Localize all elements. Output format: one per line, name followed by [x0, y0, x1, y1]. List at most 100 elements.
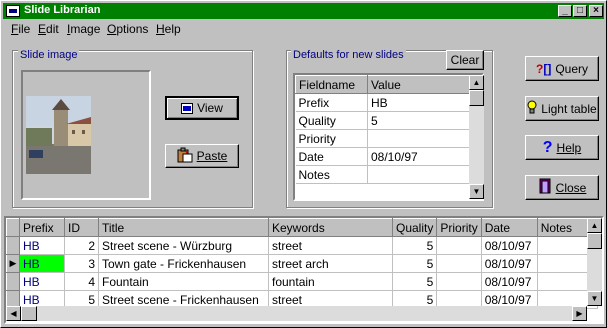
defaults-field: Date: [295, 147, 368, 166]
col-date[interactable]: Date: [480, 218, 538, 237]
col-quality[interactable]: Quality: [391, 218, 438, 237]
menu-options[interactable]: Options: [107, 22, 148, 36]
col-prefix[interactable]: Prefix: [19, 218, 65, 237]
slides-horizontal-scrollbar[interactable]: ◀ ▶: [6, 306, 587, 321]
defaults-field: Prefix: [295, 93, 368, 112]
col-title[interactable]: Title: [98, 218, 269, 237]
defaults-field: Notes: [295, 165, 368, 184]
view-button[interactable]: View: [165, 96, 239, 120]
defaults-value[interactable]: 5: [367, 111, 470, 130]
row-indicator[interactable]: [6, 272, 20, 291]
cell-priority[interactable]: [436, 254, 482, 273]
col-id[interactable]: ID: [64, 218, 99, 237]
cell-quality[interactable]: 5: [392, 236, 438, 255]
col-priority[interactable]: Priority: [436, 218, 482, 237]
query-button-label: Query: [555, 61, 589, 76]
scroll-right-icon[interactable]: ▶: [572, 306, 587, 321]
defaults-col-fieldname[interactable]: Fieldname: [295, 75, 368, 94]
scroll-down-icon[interactable]: ▼: [587, 291, 602, 306]
query-icon: ?[]: [535, 61, 552, 76]
menu-bar: File Edit Image Options Help: [3, 20, 604, 38]
minimize-button[interactable]: _: [558, 5, 572, 17]
cell-title[interactable]: Street scene - Würzburg: [98, 236, 269, 255]
paste-button[interactable]: Paste: [165, 144, 239, 168]
cell-title[interactable]: Fountain: [98, 272, 269, 291]
defaults-value[interactable]: [367, 165, 470, 184]
cell-priority[interactable]: [436, 236, 482, 255]
menu-file[interactable]: File: [11, 22, 30, 36]
table-row[interactable]: HB 4 Fountain fountain 5 08/10/97: [6, 272, 598, 291]
col-keywords[interactable]: Keywords: [268, 218, 393, 237]
cell-quality[interactable]: 5: [392, 272, 438, 291]
slides-header-row: Prefix ID Title Keywords Quality Priorit…: [6, 218, 598, 237]
cell-prefix[interactable]: HB: [19, 272, 65, 291]
defaults-label: Defaults for new slides: [291, 49, 406, 61]
cell-prefix-selected[interactable]: HB: [19, 254, 65, 273]
window-title: Slide Librarian: [24, 4, 101, 16]
scroll-up-icon[interactable]: ▲: [469, 75, 484, 90]
defaults-row[interactable]: Prefix HB: [295, 93, 470, 112]
cell-date[interactable]: 08/10/97: [481, 236, 538, 255]
cell-quality[interactable]: 5: [392, 254, 438, 273]
row-indicator-header: [6, 218, 20, 237]
defaults-row[interactable]: Notes: [295, 165, 470, 184]
help-icon: ?: [542, 138, 553, 156]
scroll-up-icon[interactable]: ▲: [587, 218, 602, 233]
cell-keywords[interactable]: street arch: [268, 254, 393, 273]
defaults-field: Quality: [295, 111, 368, 130]
table-row[interactable]: HB 2 Street scene - Würzburg street 5 08…: [6, 236, 598, 255]
query-button[interactable]: ?[] Query: [525, 56, 599, 81]
clear-button[interactable]: Clear: [446, 50, 484, 70]
current-row-arrow-icon[interactable]: ▶: [6, 254, 20, 273]
menu-image[interactable]: Image: [67, 22, 100, 36]
scroll-down-icon[interactable]: ▼: [469, 184, 484, 199]
defaults-value[interactable]: HB: [367, 93, 470, 112]
scroll-thumb[interactable]: [587, 233, 602, 249]
cell-title[interactable]: Town gate - Frickenhausen: [98, 254, 269, 273]
cell-keywords[interactable]: fountain: [268, 272, 393, 291]
scroll-thumb[interactable]: [469, 90, 484, 106]
cell-id[interactable]: 4: [64, 272, 99, 291]
lightbulb-icon: [527, 100, 537, 117]
defaults-field: Priority: [295, 129, 368, 148]
close-window-button[interactable]: ×: [589, 5, 603, 17]
door-icon: [538, 178, 552, 197]
cell-id[interactable]: 3: [64, 254, 99, 273]
close-button[interactable]: Close: [525, 175, 599, 200]
cell-date[interactable]: 08/10/97: [481, 254, 538, 273]
clear-button-label: Clear: [450, 53, 480, 67]
table-row-current[interactable]: ▶ HB 3 Town gate - Frickenhausen street …: [6, 254, 598, 273]
view-button-label: View: [197, 101, 223, 115]
cell-keywords[interactable]: street: [268, 236, 393, 255]
menu-help[interactable]: Help: [156, 22, 181, 36]
app-window: Slide Librarian _ □ × File Edit Image Op…: [0, 0, 607, 328]
slides-vertical-scrollbar[interactable]: ▲ ▼: [587, 218, 602, 306]
defaults-value[interactable]: [367, 129, 470, 148]
app-icon[interactable]: [6, 5, 20, 17]
defaults-grid[interactable]: Fieldname Value Prefix HB Quality 5 Priori…: [293, 73, 484, 201]
defaults-scrollbar[interactable]: ▲ ▼: [469, 75, 484, 199]
cell-priority[interactable]: [436, 272, 482, 291]
defaults-col-value[interactable]: Value: [367, 75, 470, 94]
paste-button-label: Paste: [196, 149, 228, 163]
menu-edit[interactable]: Edit: [38, 22, 59, 36]
scroll-left-icon[interactable]: ◀: [6, 306, 21, 321]
defaults-row[interactable]: Date 08/10/97: [295, 147, 470, 166]
defaults-row[interactable]: Priority: [295, 129, 470, 148]
row-indicator[interactable]: [6, 236, 20, 255]
view-icon: [181, 102, 194, 114]
defaults-header-row: Fieldname Value: [295, 75, 470, 94]
cell-date[interactable]: 08/10/97: [481, 272, 538, 291]
cell-prefix[interactable]: HB: [19, 236, 65, 255]
defaults-row[interactable]: Quality 5: [295, 111, 470, 130]
light-table-button[interactable]: Light table: [525, 96, 599, 121]
defaults-value[interactable]: 08/10/97: [367, 147, 470, 166]
help-button-label: Help: [556, 140, 582, 155]
slide-thumbnail-image: [26, 96, 91, 174]
maximize-button[interactable]: □: [573, 5, 587, 17]
help-button[interactable]: ? Help: [525, 135, 599, 160]
cell-id[interactable]: 2: [64, 236, 99, 255]
scroll-thumb[interactable]: [21, 306, 37, 321]
title-bar[interactable]: Slide Librarian _ □ ×: [3, 3, 604, 19]
close-button-label: Close: [555, 180, 587, 195]
